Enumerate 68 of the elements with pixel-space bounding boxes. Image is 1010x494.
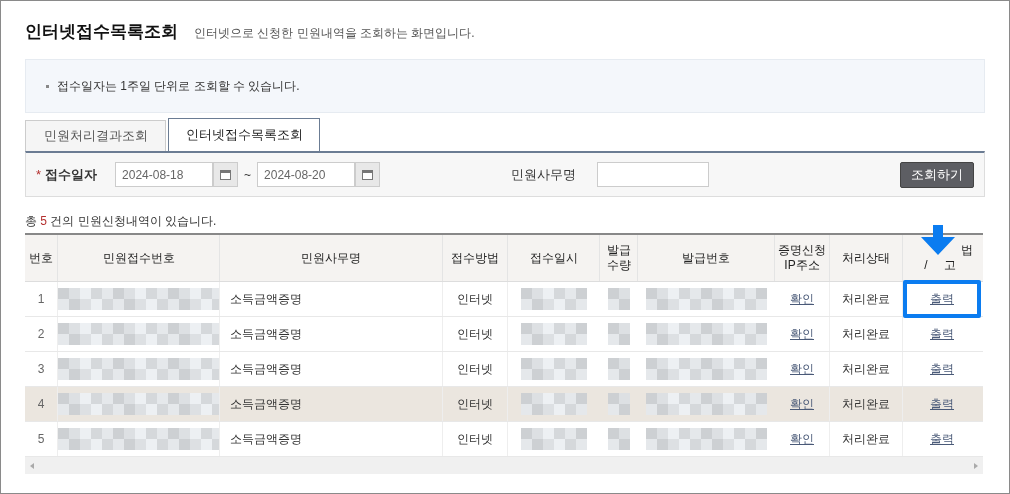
table-cell: 소득금액증명 bbox=[220, 352, 443, 386]
table-cell: 인터넷 bbox=[443, 282, 508, 316]
column-header: 발급 수량 bbox=[600, 235, 638, 281]
table-cell: 처리완료 bbox=[830, 422, 903, 456]
print-link[interactable]: 출력 bbox=[930, 290, 954, 308]
redacted-block bbox=[608, 393, 630, 415]
search-button[interactable]: 조회하기 bbox=[900, 161, 974, 188]
column-header: 접수방법 bbox=[443, 235, 508, 281]
redacted-block bbox=[608, 428, 630, 450]
column-header: 증명신청 IP주소 bbox=[775, 235, 830, 281]
redacted-block bbox=[521, 323, 587, 345]
bullet-icon bbox=[46, 84, 49, 88]
table-cell: 소득금액증명 bbox=[220, 387, 443, 421]
scroll-left-icon bbox=[30, 462, 34, 469]
result-count: 총 5 건의 민원신청내역이 있습니다. bbox=[25, 213, 217, 230]
confirm-link[interactable]: 확인 bbox=[790, 395, 814, 413]
name-label: 민원사무명 bbox=[511, 165, 578, 184]
date-field[interactable]: 2024-08-20 bbox=[257, 162, 356, 187]
date-label: 접수일자 bbox=[45, 165, 99, 184]
column-header: / bbox=[924, 258, 928, 273]
table-cell: 인터넷 bbox=[443, 352, 508, 386]
column-header: 고 bbox=[943, 258, 956, 273]
page-title: 인터넷접수목록조회 bbox=[25, 21, 178, 43]
redacted-block bbox=[521, 358, 587, 380]
confirm-link[interactable]: 확인 bbox=[790, 360, 814, 378]
table-cell: 인터넷 bbox=[443, 387, 508, 421]
table-cell: 소득금액증명 bbox=[220, 317, 443, 351]
page-subtitle: 인터넷으로 신청한 민원내역을 조회하는 화면입니다. bbox=[194, 25, 475, 42]
redacted-block bbox=[608, 323, 630, 345]
column-header: 번호 bbox=[25, 235, 58, 281]
scroll-right-icon bbox=[974, 462, 978, 469]
redacted-block bbox=[521, 288, 587, 310]
column-header: 접수일시 bbox=[508, 235, 600, 281]
horizontal-scrollbar[interactable] bbox=[25, 457, 983, 474]
calendar-icon bbox=[362, 169, 374, 180]
tab[interactable]: 민원처리결과조회 bbox=[25, 120, 166, 151]
table-cell: 처리완료 bbox=[830, 387, 903, 421]
redacted-block bbox=[521, 393, 587, 415]
table-cell: 처리완료 bbox=[830, 352, 903, 386]
calendar-icon bbox=[220, 169, 232, 180]
column-header: 법 bbox=[961, 243, 973, 258]
confirm-link[interactable]: 확인 bbox=[790, 325, 814, 343]
range-separator: ~ bbox=[244, 166, 252, 184]
column-header: 처리상태 bbox=[830, 235, 903, 281]
table-cell: 인터넷 bbox=[443, 317, 508, 351]
column-header: 발급번호 bbox=[638, 235, 775, 281]
table-cell: 처리완료 bbox=[830, 317, 903, 351]
tab[interactable]: 인터넷접수목록조회 bbox=[168, 118, 320, 151]
table-cell: 소득금액증명 bbox=[220, 422, 443, 456]
calendar-button[interactable] bbox=[355, 162, 381, 187]
redacted-block bbox=[608, 358, 630, 380]
print-link[interactable]: 출력 bbox=[930, 360, 954, 378]
confirm-link[interactable]: 확인 bbox=[790, 290, 814, 308]
confirm-link[interactable]: 확인 bbox=[790, 430, 814, 448]
print-link[interactable]: 출력 bbox=[930, 325, 954, 343]
required-mark: * bbox=[36, 165, 42, 184]
name-field[interactable] bbox=[597, 162, 710, 187]
redacted-block bbox=[521, 428, 587, 450]
print-link[interactable]: 출력 bbox=[930, 430, 954, 448]
table-cell: 인터넷 bbox=[443, 422, 508, 456]
date-field[interactable]: 2024-08-18 bbox=[115, 162, 214, 187]
column-header: 민원접수번호 bbox=[58, 235, 220, 281]
calendar-button[interactable] bbox=[213, 162, 239, 187]
print-link[interactable]: 출력 bbox=[930, 395, 954, 413]
column-header: 민원사무명 bbox=[220, 235, 443, 281]
table-cell: 소득금액증명 bbox=[220, 282, 443, 316]
redacted-block bbox=[608, 288, 630, 310]
notice-text: 접수일자는 1주일 단위로 조회할 수 있습니다. bbox=[57, 78, 300, 95]
